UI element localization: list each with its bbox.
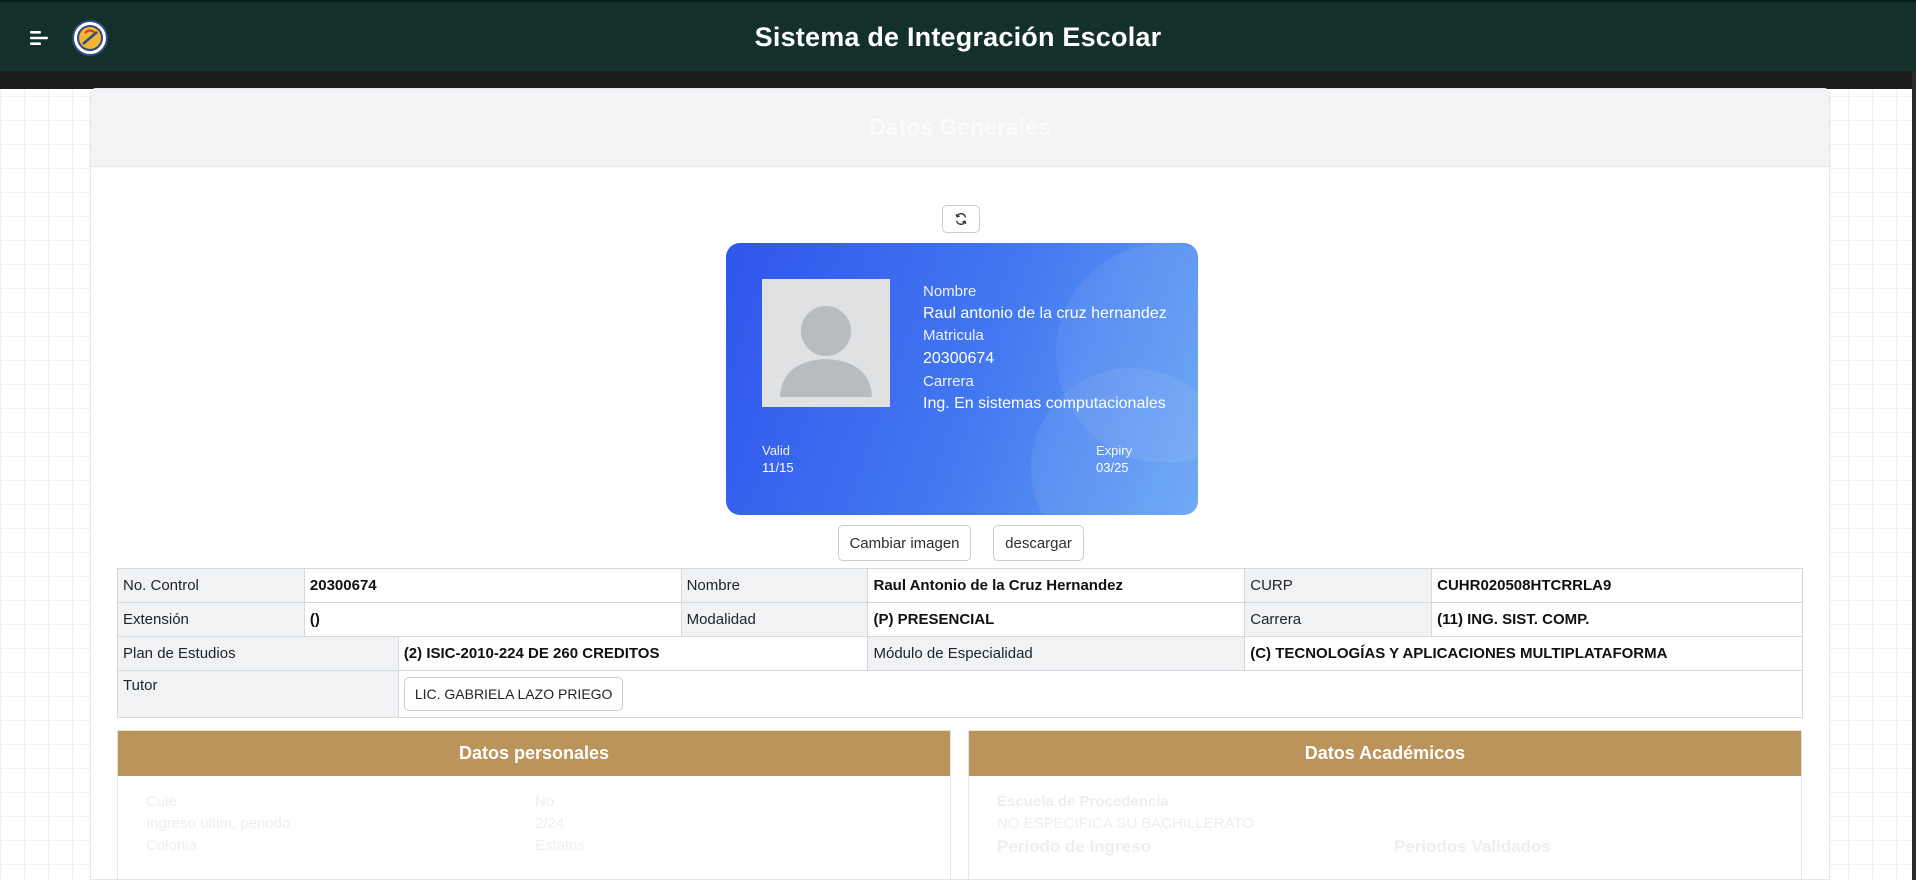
- faded-text: NO ESPECIFICA SU BACHILLERATO: [997, 815, 1255, 832]
- change-image-button[interactable]: Cambiar imagen: [838, 525, 971, 561]
- name-value: Raul Antonio de la Cruz Hernandez: [867, 568, 1246, 603]
- app-title: Sistema de Integración Escolar: [754, 22, 1162, 52]
- student-id-card: Nombre Raul antonio de la cruz hernandez…: [726, 243, 1198, 515]
- modality-value: (P) PRESENCIAL: [867, 602, 1246, 637]
- student-photo-placeholder: [762, 279, 890, 407]
- student-info-table: No. Control 20300674 Nombre Raul Antonio…: [117, 568, 1804, 718]
- decorative-circle: [1031, 368, 1198, 515]
- name-label: Nombre: [680, 568, 869, 603]
- tutor-label: Tutor: [117, 670, 399, 718]
- header-divider-strip: [0, 71, 1916, 89]
- career-value: (11) ING. SIST. COMP.: [1431, 602, 1803, 637]
- faded-text: Escuela de Procedencia: [997, 793, 1169, 810]
- study-plan-value: (2) ISIC-2010-224 DE 260 CREDITOS: [397, 636, 869, 671]
- control-number-label: No. Control: [117, 568, 305, 603]
- table-row: No. Control 20300674 Nombre Raul Antonio…: [117, 568, 1803, 603]
- specialty-module-label: Módulo de Especialidad: [867, 636, 1246, 671]
- id-card-expiry-value: 03/25: [1096, 460, 1129, 475]
- personal-data-header: Datos personales: [118, 731, 950, 776]
- career-label: Carrera: [1244, 602, 1433, 637]
- faded-text: Colonia: [146, 837, 197, 854]
- faded-text: Estatus: [535, 837, 586, 854]
- id-card-name-value: Raul antonio de la cruz hernandez: [923, 305, 1167, 322]
- id-card-valid-label: Valid: [762, 443, 790, 458]
- tutor-cell: LIC. GABRIELA LAZO PRIEGO: [397, 670, 1804, 718]
- top-navbar: Sistema de Integración Escolar: [0, 0, 1916, 71]
- scrollbar[interactable]: [1912, 71, 1916, 880]
- academic-data-header: Datos Académicos: [969, 731, 1801, 776]
- control-number-value: 20300674: [303, 568, 682, 603]
- download-button[interactable]: descargar: [993, 525, 1084, 561]
- specialty-module-value: (C) TECNOLOGÍAS Y APLICACIONES MULTIPLAT…: [1244, 636, 1803, 671]
- id-card-carrera-value: Ing. En sistemas computacionales: [923, 395, 1166, 412]
- id-card-name-label: Nombre: [923, 283, 977, 300]
- modality-label: Modalidad: [680, 602, 869, 637]
- card-header: Datos Generales: [91, 89, 1829, 167]
- faded-text: Cuie: [146, 793, 177, 810]
- id-card-carrera-label: Carrera: [923, 373, 974, 390]
- faded-text: 2/24: [535, 815, 565, 832]
- table-row: Extensión () Modalidad (P) PRESENCIAL Ca…: [117, 602, 1803, 637]
- curp-label: CURP: [1244, 568, 1433, 603]
- id-card-valid-value: 11/15: [762, 460, 794, 475]
- tutor-button[interactable]: LIC. GABRIELA LAZO PRIEGO: [403, 677, 624, 711]
- personal-data-panel: Datos personales Cuie No Ingreso ultim, …: [117, 730, 951, 880]
- extension-label: Extensión: [117, 602, 305, 637]
- refresh-card-button[interactable]: [942, 205, 980, 233]
- curp-value: CUHR020508HTCRRLA9: [1431, 568, 1803, 603]
- faded-text: Ingreso ultim, periodo: [146, 815, 291, 832]
- table-row: Plan de Estudios (2) ISIC-2010-224 DE 26…: [117, 636, 1803, 671]
- id-card-matricula-value: 20300674: [923, 350, 995, 367]
- study-plan-label: Plan de Estudios: [117, 636, 399, 671]
- faded-text: Periodos Validados: [1394, 837, 1551, 856]
- id-card-matricula-label: Matricula: [923, 327, 984, 344]
- refresh-icon: [955, 213, 967, 225]
- academic-data-panel: Datos Académicos Escuela de Procedencia …: [968, 730, 1802, 880]
- user-avatar-icon: [762, 279, 890, 407]
- extension-value: (): [303, 602, 682, 637]
- faded-text: No: [535, 793, 555, 810]
- table-row: Tutor LIC. GABRIELA LAZO PRIEGO: [117, 670, 1804, 718]
- card-title: Datos Generales: [869, 114, 1051, 140]
- faded-text: Periodo de Ingreso: [997, 837, 1151, 856]
- id-card-expiry-label: Expiry: [1096, 443, 1133, 458]
